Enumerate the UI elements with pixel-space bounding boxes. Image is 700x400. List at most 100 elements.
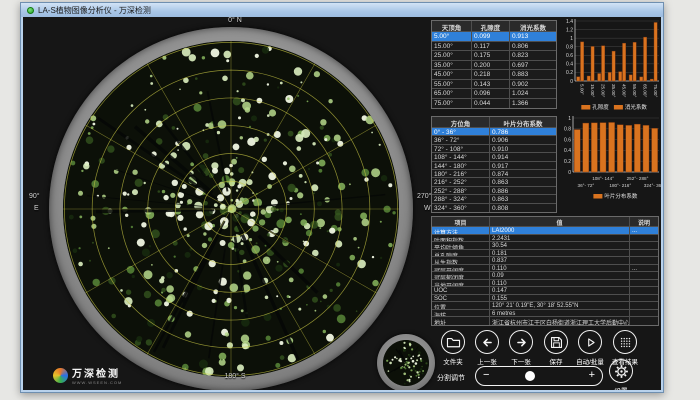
table-row[interactable]: 180° - 216°0.874 xyxy=(432,170,556,178)
table-row[interactable]: 丛生指数0.837 xyxy=(432,257,658,265)
foliage-speckle xyxy=(180,201,183,204)
fisheye-thumbnail[interactable] xyxy=(383,340,429,386)
bar xyxy=(634,124,640,172)
foliage-speckle xyxy=(179,89,181,91)
slider-thumb[interactable] xyxy=(525,371,535,381)
foliage-speckle xyxy=(246,72,254,80)
foliage-speckle xyxy=(323,330,326,333)
y-tick-label: 1.4 xyxy=(566,19,573,25)
foliage-speckle xyxy=(299,174,303,178)
table-row[interactable]: 冠层郁闭度0.09 xyxy=(432,272,658,280)
column-header: 叶片分布系数 xyxy=(490,117,556,127)
legend-label: 消光系数 xyxy=(625,103,648,111)
table-row[interactable]: 144° - 180°0.917 xyxy=(432,162,556,170)
legend-swatch xyxy=(581,105,590,110)
foliage-speckle xyxy=(290,197,293,200)
table-cell: 6 metres xyxy=(490,310,630,317)
foliage-speckle xyxy=(91,216,96,221)
foliage-speckle xyxy=(333,304,341,312)
foliage-speckle xyxy=(380,221,382,223)
slider-minus-button[interactable]: − xyxy=(483,369,489,381)
toolbar-button-arrow-right[interactable] xyxy=(509,330,533,354)
table-row[interactable]: 叶面积指数2.2431 xyxy=(432,235,658,243)
foliage-speckle xyxy=(135,179,143,187)
table-row[interactable]: 平均叶倾角30.54 xyxy=(432,242,658,250)
table-cell: 浙江省杭州市江干区白杨街道浙江理工大学后勤中心 xyxy=(490,317,630,325)
resolution-slider[interactable]: − + xyxy=(475,366,603,386)
table-cell: 0.09 xyxy=(490,272,630,279)
table-row[interactable]: 35.00°0.2000.697 xyxy=(432,61,556,71)
toolbar-button-play[interactable] xyxy=(578,330,602,354)
foliage-speckle xyxy=(277,86,279,88)
table-row[interactable]: 55.00°0.1430.902 xyxy=(432,80,556,90)
foliage-speckle xyxy=(182,184,187,189)
foliage-speckle xyxy=(392,211,395,214)
foliage-speckle xyxy=(407,365,409,367)
y-tick-label: 1 xyxy=(570,36,573,42)
title-bar[interactable]: LA-S植物图像分析仪 - 万深检测 xyxy=(21,3,663,17)
table-row[interactable]: 当地开阔度0.110 xyxy=(432,280,658,288)
table-row[interactable]: 地址浙江省杭州市江干区白杨街道浙江理工大学后勤中心 xyxy=(432,317,658,325)
table-row[interactable]: 总孔隙度0.181 xyxy=(432,250,658,258)
foliage-speckle xyxy=(242,343,248,349)
foliage-speckle xyxy=(388,183,392,187)
slider-plus-button[interactable]: + xyxy=(589,369,595,381)
foliage-speckle xyxy=(254,137,259,142)
arrow-left-icon xyxy=(479,334,496,351)
foliage-speckle xyxy=(222,76,228,82)
foliage-speckle xyxy=(202,243,207,248)
bar xyxy=(608,72,611,81)
foliage-speckle xyxy=(324,138,327,141)
table-row[interactable]: 324° - 360°0.808 xyxy=(432,204,556,212)
bar xyxy=(591,123,597,172)
table-row[interactable]: 0° - 36°0.786 xyxy=(432,128,556,136)
table-row[interactable]: SOC0.155 xyxy=(432,295,658,303)
table-row[interactable]: 36° - 72°0.906 xyxy=(432,136,556,144)
table-row[interactable]: 72° - 108°0.910 xyxy=(432,145,556,153)
foliage-speckle xyxy=(326,334,334,342)
toolbar-button-grid[interactable] xyxy=(613,330,637,354)
foliage-speckle xyxy=(320,126,324,130)
table-cell: 总孔隙度 xyxy=(432,250,490,257)
table-row[interactable]: 25.00°0.1750.823 xyxy=(432,51,556,61)
table-row[interactable]: 252° - 288°0.886 xyxy=(432,187,556,195)
foliage-speckle xyxy=(146,339,152,345)
table-row[interactable]: 108° - 144°0.914 xyxy=(432,153,556,161)
foliage-speckle xyxy=(371,168,380,177)
bar xyxy=(577,77,580,81)
table-row[interactable]: 216° - 252°0.863 xyxy=(432,178,556,186)
foliage-speckle xyxy=(371,132,373,134)
table-row[interactable]: 45.00°0.2180.883 xyxy=(432,70,556,80)
branch-silhouette xyxy=(96,209,214,211)
table-row[interactable]: 75.00°0.0441.366 xyxy=(432,99,556,109)
table-row[interactable]: 计算方法LAI2000... xyxy=(432,227,658,235)
table-row[interactable]: UOC0.147 xyxy=(432,287,658,295)
bar xyxy=(612,51,615,81)
toolbar-button-save[interactable] xyxy=(544,330,568,354)
table-row[interactable]: 65.00°0.0961.024 xyxy=(432,89,556,99)
fisheye-canopy-image[interactable] xyxy=(63,41,399,377)
toolbar-button-arrow-left[interactable] xyxy=(475,330,499,354)
toolbar-button-folder[interactable] xyxy=(441,330,465,354)
foliage-speckle xyxy=(123,192,127,196)
foliage-speckle xyxy=(161,288,166,293)
bar xyxy=(640,77,643,81)
table-cell: 0.863 xyxy=(490,195,556,202)
foliage-speckle xyxy=(142,249,150,257)
leaf-distribution-chart: 00.20.40.60.8136°- 72°108°- 144°180°- 21… xyxy=(559,114,661,209)
table-row[interactable]: 海拔6 metres xyxy=(432,310,658,318)
foliage-speckle xyxy=(224,51,232,59)
table-cell: 0.110 xyxy=(490,280,630,287)
table-row[interactable]: 15.00°0.1170.806 xyxy=(432,42,556,52)
table-cell xyxy=(630,280,658,287)
foliage-speckle xyxy=(242,82,245,85)
table-row[interactable]: 288° - 324°0.863 xyxy=(432,195,556,203)
x-tick-label: 5.00° xyxy=(580,84,585,95)
table-row[interactable]: 位置120° 21' 0.19"E, 30° 18' 52.55"N xyxy=(432,302,658,310)
table-row[interactable]: 冠层开阔度0.110... xyxy=(432,265,658,273)
settings-button[interactable] xyxy=(609,359,633,383)
foliage-speckle xyxy=(288,131,294,137)
bar xyxy=(581,42,584,81)
table-row[interactable]: 5.00°0.0990.913 xyxy=(432,32,556,42)
settings-label: 设置 xyxy=(599,385,643,390)
